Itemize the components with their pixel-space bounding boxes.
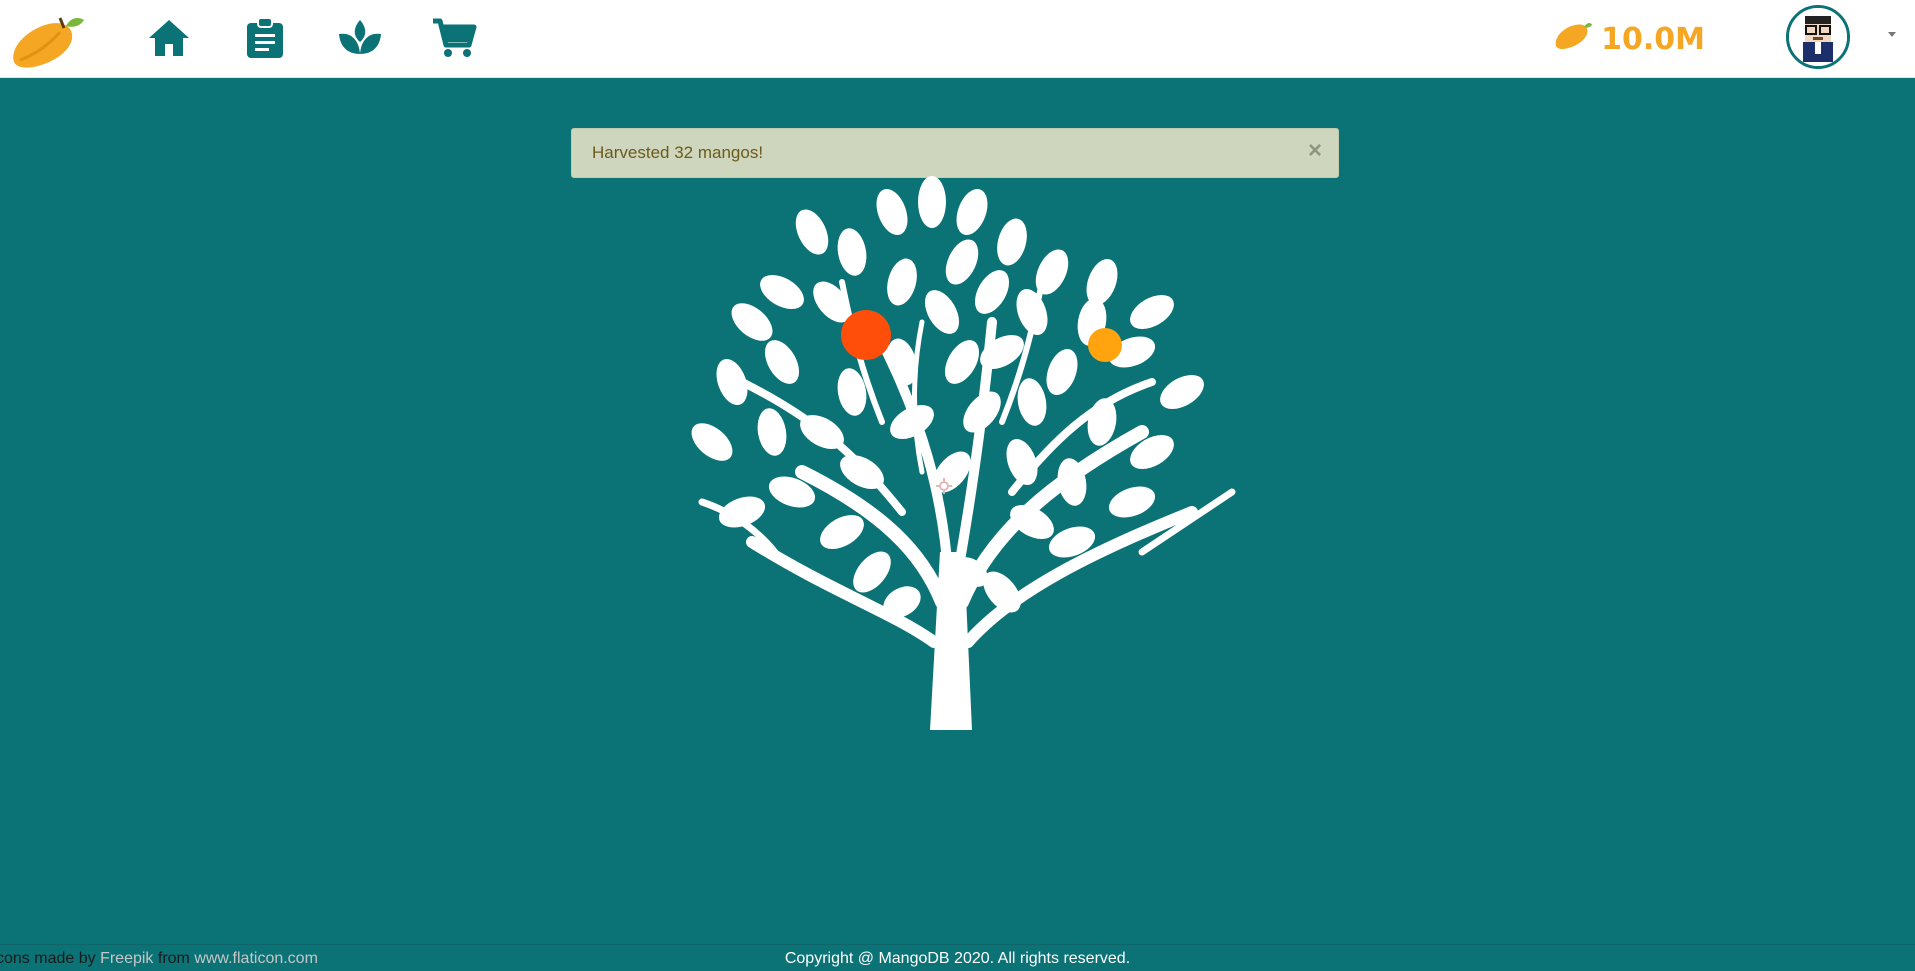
mango-balance: 10.0M <box>1553 16 1705 62</box>
close-icon[interactable]: × <box>1308 139 1322 163</box>
sparkle-icon <box>936 478 952 494</box>
chevron-down-icon[interactable] <box>1888 32 1896 37</box>
mango-coin-icon <box>1553 20 1593 58</box>
footer: cons made by Freepik from www.flaticon.c… <box>0 944 1915 971</box>
mango-tree-icon[interactable] <box>672 172 1252 732</box>
balance-amount: 10.0M <box>1601 21 1705 57</box>
alert-message: Harvested 32 mangos! <box>592 143 764 162</box>
harvest-alert: Harvested 32 mangos! × <box>571 128 1339 178</box>
copyright-text: Copyright @ MangoDB 2020. All rights res… <box>784 950 1131 967</box>
cart-icon[interactable] <box>430 14 478 62</box>
navbar: 10.0M <box>0 0 1915 78</box>
home-icon[interactable] <box>145 14 193 62</box>
mango-logo-icon[interactable] <box>8 12 90 70</box>
sprout-icon[interactable] <box>336 14 384 62</box>
mango-fruit[interactable] <box>841 310 891 360</box>
pixel-avatar-icon[interactable] <box>1786 5 1850 69</box>
clipboard-icon[interactable] <box>241 14 289 62</box>
mango-fruit[interactable] <box>1088 328 1122 362</box>
